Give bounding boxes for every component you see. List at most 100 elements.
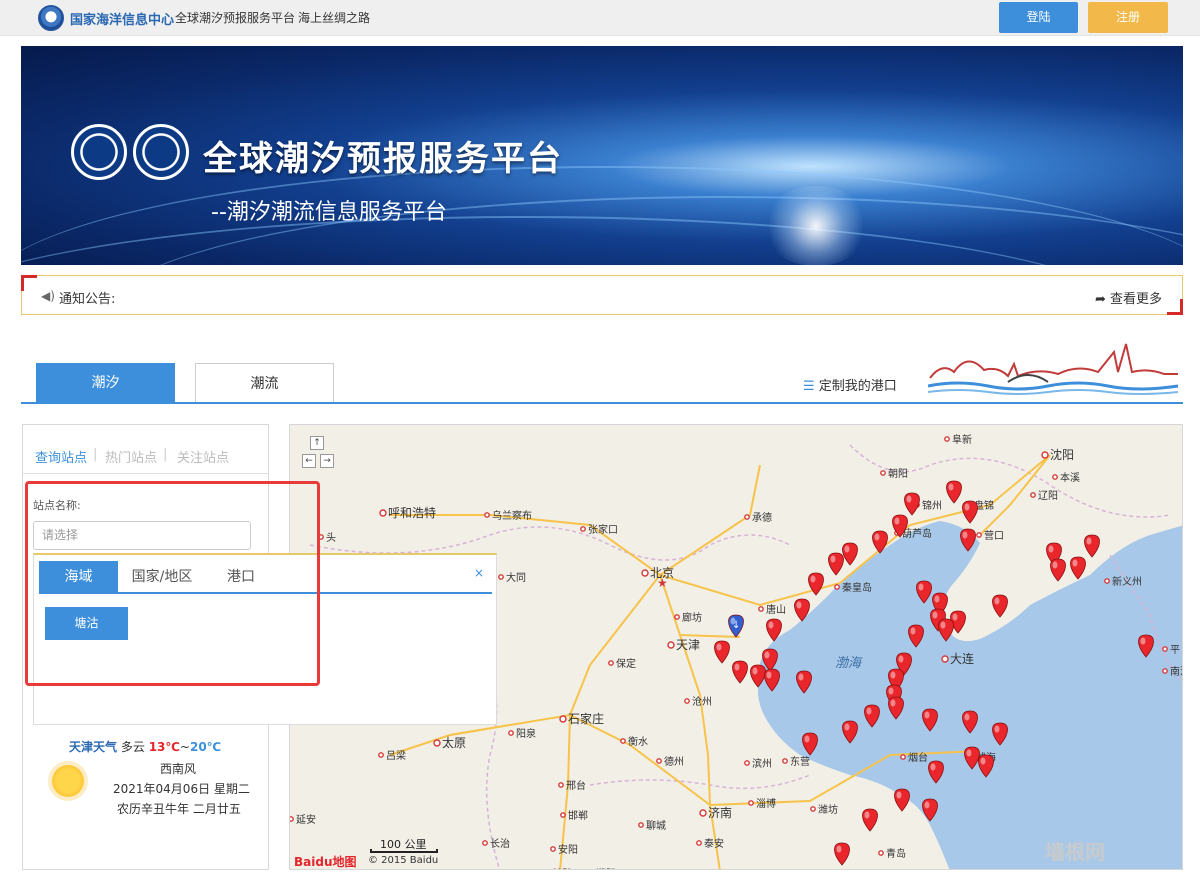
city-dot-icon [667,641,675,649]
station-marker-icon-shape[interactable] [842,542,858,566]
map-pan-right-button[interactable]: → [320,454,334,468]
city-label: 大连 [950,651,974,666]
city-dot-icon [1041,451,1049,459]
city-dot-icon [508,730,514,736]
station-marker-icon[interactable] [1070,556,1086,580]
city-label: 德州 [664,755,684,768]
station-marker-icon-shape[interactable] [1084,534,1100,558]
weather-condition: 多云 [120,740,145,754]
notice-bar: ◀) 通知公告: ➦ 查看更多 [21,275,1183,315]
city-label: 鹤壁 [552,867,572,870]
view-more-link[interactable]: ➦ 查看更多 [1095,288,1162,307]
city-label: 淄博 [756,797,776,810]
soa-emblem-icon [71,124,127,180]
station-marker-icon[interactable] [962,500,978,524]
tab-underline [21,402,1183,404]
marker-highlight [874,533,880,541]
city-label: 天津 [676,638,700,652]
sea-area [1090,525,1182,575]
marker-highlight [994,725,1000,733]
marker-highlight [798,673,804,681]
weather-summary: 天津天气 多云 13℃~20℃ [69,738,221,755]
tab-current[interactable]: 潮流 [195,363,334,403]
boundary-line [589,774,811,790]
city-dot-icon [834,584,840,590]
city-label: 辽阳 [1038,490,1058,502]
corner-decoration [1167,299,1183,315]
station-marker-icon[interactable] [834,842,850,866]
station-marker-icon[interactable] [732,660,748,684]
station-marker-icon-shape[interactable] [992,594,1008,618]
station-marker-icon[interactable] [842,542,858,566]
city-label: 阳泉 [516,727,536,740]
nmdis-logo-icon[interactable] [38,5,64,31]
station-marker-icon[interactable] [714,640,730,664]
selected-station-marker-icon[interactable]: ↓ [728,614,744,638]
station-marker-icon-shape[interactable] [732,660,748,684]
station-marker-icon[interactable] [828,552,844,576]
city-dot-icon [674,614,680,620]
station-marker-icon-shape[interactable] [946,480,962,504]
custom-port-link[interactable]: ☰ 定制我的港口 [803,375,897,394]
login-button[interactable]: 登陆 [999,2,1078,33]
station-marker-icon[interactable] [992,594,1008,618]
city-label: 平 [1170,645,1180,656]
speaker-icon: ◀) [41,289,55,303]
tab-query-station[interactable]: 查询站点 [35,447,87,466]
register-button[interactable]: 注册 [1088,2,1168,33]
station-marker-icon[interactable] [862,808,878,832]
station-marker-icon[interactable] [904,492,920,516]
city-label: 吕梁 [386,749,406,762]
map-pan-left-button[interactable]: ← [302,454,316,468]
city-dot-icon [379,509,387,517]
city-label: 烟台 [908,751,928,764]
city-label: 头 [326,532,336,544]
city-dot-icon [433,739,441,747]
silk-road-link[interactable]: 海上丝绸之路 [298,9,370,26]
city-dot-icon [656,758,662,764]
marker-highlight [1086,537,1092,545]
marker-highlight [836,845,842,853]
divider [23,473,268,474]
tab-followed-station[interactable]: 关注站点 [177,447,229,466]
station-marker-icon-shape[interactable] [828,552,844,576]
station-marker-icon-shape[interactable] [862,808,878,832]
sunny-icon [52,765,84,797]
station-marker-icon-shape[interactable] [714,640,730,664]
city-dot-icon [558,782,564,788]
station-marker-icon[interactable] [1084,534,1100,558]
city-dot-icon [378,752,384,758]
city-dot-icon [498,574,504,580]
marker-highlight [716,643,722,651]
marker-highlight [766,671,772,679]
city-dot-icon [744,514,750,520]
platform-link[interactable]: 全球潮汐预报服务平台 [175,9,295,26]
marker-highlight [796,601,802,609]
top-bar: 国家海洋信息中心 全球潮汐预报服务平台 海上丝绸之路 登陆 注册 [0,0,1200,36]
tab-tide[interactable]: 潮汐 [36,363,175,403]
station-marker-icon-shape[interactable] [1050,558,1066,582]
city-dot-icon [482,840,488,846]
station-marker-icon[interactable] [1050,558,1066,582]
marker-highlight [964,713,970,721]
map-pan-up-button[interactable]: ↑ [310,436,324,450]
city-label: 秦皇岛 [842,581,872,594]
banner-subtitle: --潮汐潮流信息服务平台 [211,200,447,225]
station-marker-icon-shape[interactable] [894,788,910,812]
city-label: 呼和浩特 [388,505,436,520]
baidu-map-logo[interactable]: Baidu地图 [294,853,357,869]
marker-highlight [898,655,904,663]
station-marker-icon-shape[interactable] [962,500,978,524]
org-name-link[interactable]: 国家海洋信息中心 [70,9,174,28]
station-marker-icon-shape[interactable] [834,842,850,866]
station-marker-icon[interactable] [894,788,910,812]
station-marker-icon-shape[interactable] [1070,556,1086,580]
marker-highlight [866,707,872,715]
station-marker-icon[interactable] [946,480,962,504]
station-marker-icon-shape[interactable] [904,492,920,516]
city-label: 沧州 [692,695,712,708]
close-icon[interactable]: × [474,566,484,580]
city-label: 沈阳 [1050,447,1074,462]
tab-hot-station[interactable]: 热门站点 [105,447,157,466]
marker-highlight [952,613,958,621]
